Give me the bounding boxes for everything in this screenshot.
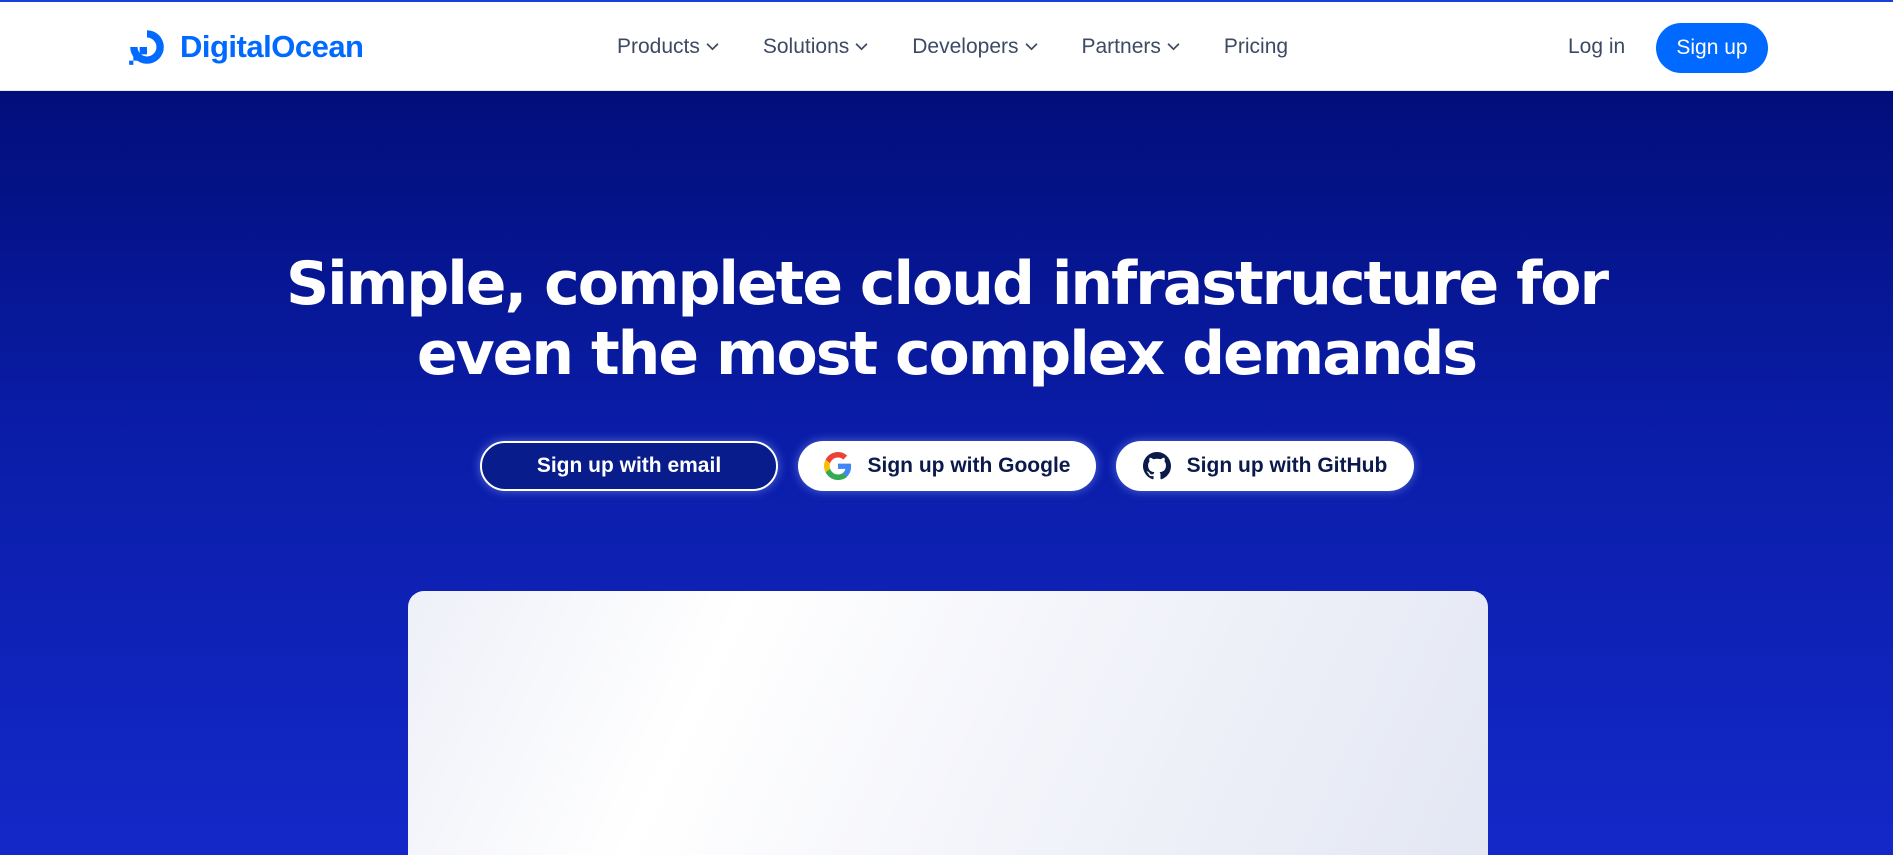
nav-item-label: Developers bbox=[912, 34, 1019, 58]
login-link[interactable]: Log in bbox=[1568, 35, 1625, 59]
nav-item-products[interactable]: Products bbox=[617, 35, 719, 59]
hero-section: Simple, complete cloud infrastructure fo… bbox=[0, 91, 1893, 855]
nav-item-label: Pricing bbox=[1223, 34, 1289, 58]
nav-item-solutions[interactable]: Solutions bbox=[763, 35, 868, 59]
brand-name: DigitalOcean bbox=[180, 29, 364, 64]
brand-logo[interactable]: DigitalOcean bbox=[126, 26, 364, 68]
product-preview-card bbox=[408, 591, 1488, 855]
signup-github-label: Sign up with GitHub bbox=[1186, 454, 1388, 477]
top-navigation: DigitalOcean Products Solutions Develope… bbox=[0, 2, 1893, 91]
hero-headline-line-1: Simple, complete cloud infrastructure fo… bbox=[285, 249, 1609, 319]
main-menu: Products Solutions Developers Partners P… bbox=[617, 2, 1288, 91]
signup-email-button[interactable]: Sign up with email bbox=[480, 441, 778, 491]
google-icon bbox=[823, 452, 851, 480]
chevron-down-icon bbox=[706, 43, 719, 51]
nav-item-partners[interactable]: Partners bbox=[1082, 35, 1180, 59]
hero-headline-line-2: even the most complex demands bbox=[416, 319, 1478, 389]
chevron-down-icon bbox=[1167, 43, 1180, 51]
nav-item-label: Partners bbox=[1081, 34, 1161, 58]
signup-options: Sign up with email Sign up with Google S… bbox=[0, 441, 1893, 491]
signup-email-label: Sign up with email bbox=[536, 454, 722, 477]
digitalocean-logo-icon bbox=[129, 30, 164, 65]
signup-github-button[interactable]: Sign up with GitHub bbox=[1116, 441, 1414, 491]
signup-google-button[interactable]: Sign up with Google bbox=[798, 441, 1096, 491]
hero-headline: Simple, complete cloud infrastructure fo… bbox=[0, 249, 1893, 389]
signup-google-label: Sign up with Google bbox=[867, 454, 1071, 477]
signup-button[interactable]: Sign up bbox=[1656, 23, 1768, 73]
nav-item-label: Solutions bbox=[762, 34, 850, 58]
nav-item-label: Products bbox=[617, 34, 700, 58]
chevron-down-icon bbox=[855, 43, 868, 51]
chevron-down-icon bbox=[1024, 43, 1038, 51]
github-icon bbox=[1142, 452, 1171, 480]
nav-item-pricing[interactable]: Pricing bbox=[1224, 35, 1288, 59]
nav-item-developers[interactable]: Developers bbox=[912, 34, 1038, 59]
